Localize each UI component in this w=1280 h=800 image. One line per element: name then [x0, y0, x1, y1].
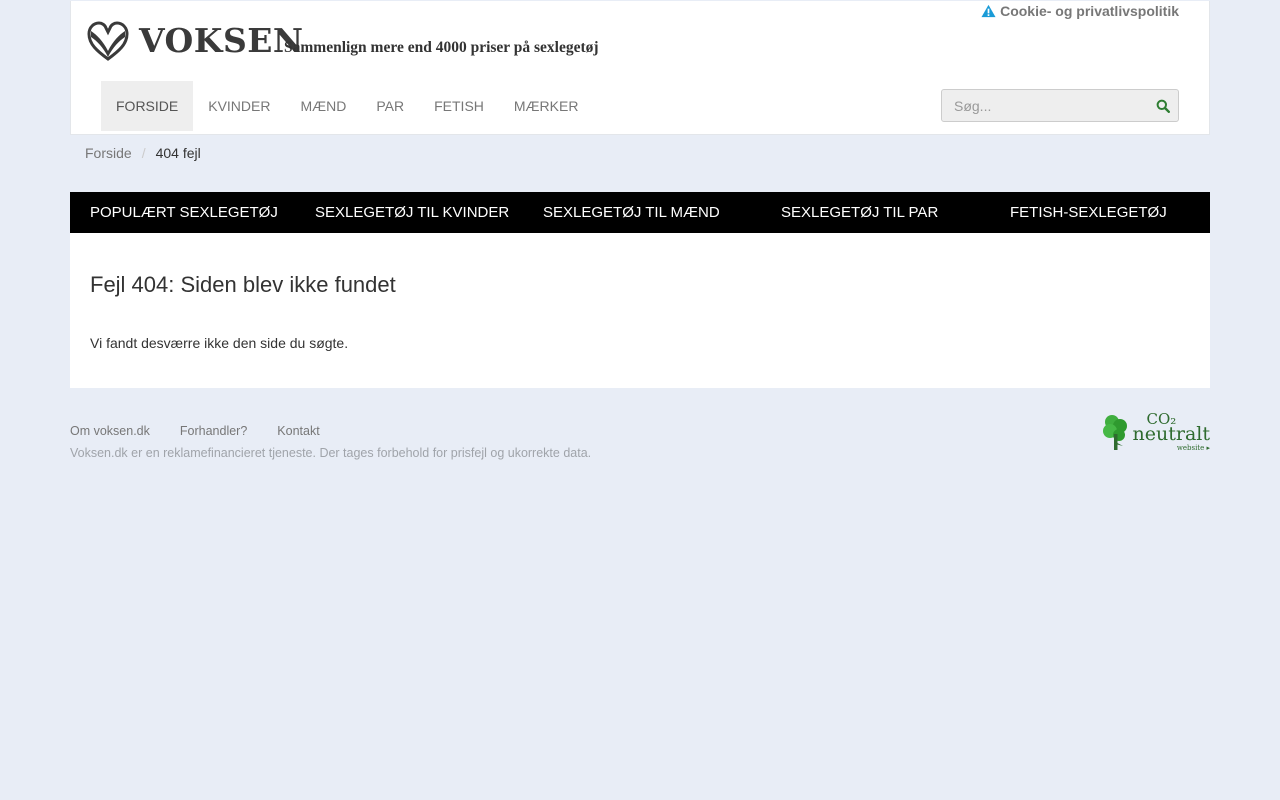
tree-icon	[1102, 415, 1127, 450]
footer-disclaimer: Voksen.dk er en reklamefinancieret tjene…	[70, 446, 592, 460]
category-fetish[interactable]: FETISH-SEXLEGETØJ	[982, 204, 1210, 221]
breadcrumb-home[interactable]: Forside	[85, 145, 132, 161]
co2-neutral-badge[interactable]: CO₂ neutralt website ▸	[1101, 412, 1210, 452]
footer-link-retailer[interactable]: Forhandler?	[180, 424, 247, 438]
main-navigation: FORSIDE KVINDER MÆND PAR FETISH MÆRKER	[101, 81, 593, 131]
logo-text: VOKSEN	[139, 21, 304, 60]
search-button[interactable]	[1147, 90, 1178, 121]
nav-item-maend[interactable]: MÆND	[285, 81, 361, 131]
category-couples[interactable]: SEXLEGETØJ TIL PAR	[754, 204, 982, 221]
warning-icon	[981, 4, 996, 18]
category-bar: POPULÆRT SEXLEGETØJ SEXLEGETØJ TIL KVIND…	[70, 192, 1210, 233]
nav-item-kvinder[interactable]: KVINDER	[193, 81, 285, 131]
site-logo[interactable]: VOKSEN	[87, 21, 304, 61]
cookie-policy-label: Cookie- og privatlivspolitik	[1000, 3, 1179, 19]
nav-item-maerker[interactable]: MÆRKER	[499, 81, 594, 131]
breadcrumb-separator: /	[141, 145, 146, 161]
category-popular[interactable]: POPULÆRT SEXLEGETØJ	[70, 204, 298, 221]
category-women[interactable]: SEXLEGETØJ TIL KVINDER	[298, 204, 526, 221]
cookie-policy-link[interactable]: Cookie- og privatlivspolitik	[981, 3, 1179, 19]
footer-links: Om voksen.dk Forhandler? Kontakt	[70, 424, 1210, 438]
co2-badge-text: CO₂ neutralt website ▸	[1133, 412, 1210, 452]
nav-item-fetish[interactable]: FETISH	[419, 81, 499, 131]
breadcrumb-current: 404 fejl	[155, 145, 201, 161]
neutralt-label: neutralt	[1132, 423, 1210, 445]
search-icon	[1156, 99, 1170, 113]
footer-link-contact[interactable]: Kontakt	[277, 424, 319, 438]
website-label: website ▸	[1176, 444, 1210, 452]
page-title: Fejl 404: Siden blev ikke fundet	[90, 272, 396, 297]
site-header: VOKSEN Sammenlign mere end 4000 priser p…	[70, 1, 1210, 135]
breadcrumb: Forside / 404 fejl	[70, 135, 1210, 192]
search-input[interactable]	[942, 90, 1147, 121]
site-tagline: Sammenlign mere end 4000 priser på sexle…	[284, 39, 599, 56]
nav-item-forside[interactable]: FORSIDE	[101, 81, 194, 131]
search-box	[941, 89, 1179, 122]
error-message: Vi fandt desværre ikke den side du søgte…	[90, 335, 349, 351]
footer-link-about[interactable]: Om voksen.dk	[70, 424, 150, 438]
category-men[interactable]: SEXLEGETØJ TIL MÆND	[526, 204, 754, 221]
nav-item-par[interactable]: PAR	[361, 81, 419, 131]
main-content: Fejl 404: Siden blev ikke fundet Vi fand…	[70, 233, 1210, 388]
site-footer: Om voksen.dk Forhandler? Kontakt Voksen.…	[70, 388, 1210, 478]
voksen-heart-icon	[87, 21, 129, 61]
